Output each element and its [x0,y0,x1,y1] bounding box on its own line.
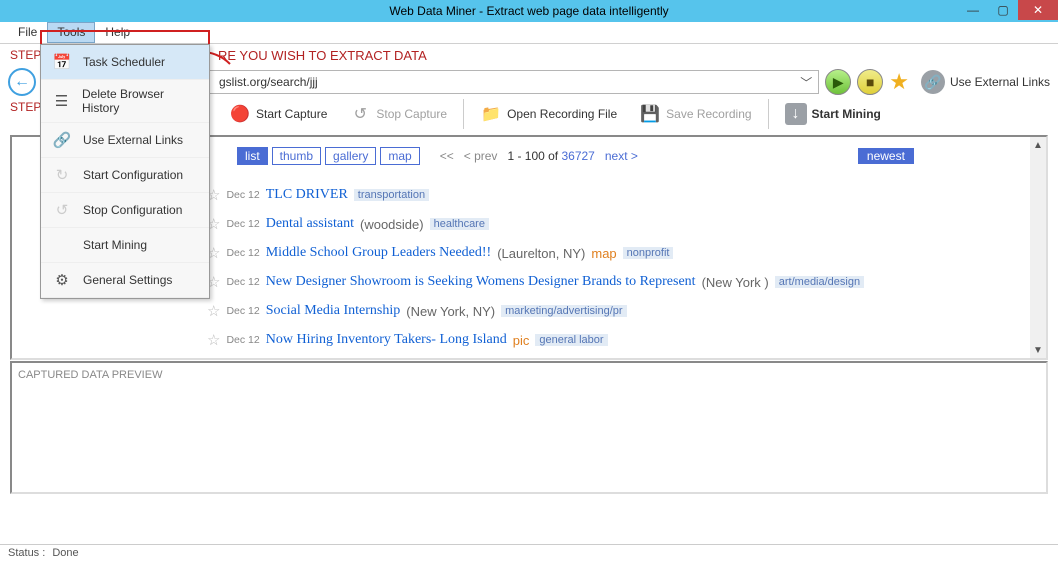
pagination: << < prev 1 - 100 of 36727 next > [440,149,638,163]
listing-date: Dec 12 [226,247,259,259]
dropdown-icon[interactable]: ﹀ [800,74,812,91]
listing-title[interactable]: New Designer Showroom is Seeking Womens … [266,274,696,290]
menu-help[interactable]: Help [95,22,140,43]
menu-tools[interactable]: Tools [47,22,95,43]
listing-row: ☆Dec 12TLC DRIVERtransportation [207,183,1046,212]
menu-file[interactable]: File [8,22,47,43]
page-range: 1 - 100 of [507,149,561,163]
listing-date: Dec 12 [226,218,259,230]
menu-delete-history[interactable]: ☰ Delete Browser History [41,80,209,123]
view-controls-row: list thumb gallery map << < prev 1 - 100… [237,147,1046,165]
listing-tag[interactable]: marketing/advertising/pr [501,305,626,317]
menu-start-configuration-label: Start Configuration [83,168,183,182]
scroll-down-icon[interactable]: ▼ [1033,342,1043,358]
external-links-toggle[interactable]: 🔗 Use External Links [921,70,1050,94]
status-prefix: Status : [8,547,45,559]
menu-start-mining[interactable]: Start Mining [41,228,209,263]
listing-pic-badge: map [591,246,616,261]
view-mode-group: list thumb gallery map [237,147,420,165]
go-button[interactable]: ▶ [825,69,851,95]
view-thumb[interactable]: thumb [272,147,321,165]
menu-stop-configuration[interactable]: ↺ Stop Configuration [41,193,209,228]
listing-location: (New York, NY) [406,304,495,319]
statusbar: Status : Done [0,544,1058,564]
listing-location: (woodside) [360,217,424,232]
menu-delete-history-label: Delete Browser History [82,87,199,115]
listing-tag[interactable]: art/media/design [775,276,864,288]
window-title: Web Data Miner - Extract web page data i… [389,4,668,18]
list-icon: ☰ [51,91,72,111]
step1-prefix: STEP [10,48,41,62]
external-links-label: Use External Links [950,75,1050,89]
listing-date: Dec 12 [226,276,259,288]
undo-icon: ↺ [51,200,73,220]
sort-newest[interactable]: newest [858,148,914,164]
captured-data-preview: CAPTURED DATA PREVIEW [10,361,1048,494]
menu-start-mining-label: Start Mining [83,238,147,252]
listing-title[interactable]: TLC DRIVER [266,187,348,203]
link-icon: 🔗 [921,70,945,94]
listing-date: Dec 12 [226,334,259,346]
listing-tag[interactable]: transportation [354,189,429,201]
listing-date: Dec 12 [226,189,259,201]
listing-title[interactable]: Now Hiring Inventory Takers- Long Island [266,332,507,348]
listing-title[interactable]: Dental assistant [266,216,354,232]
blank-icon [51,235,73,255]
star-icon[interactable]: ☆ [207,331,220,349]
page-total[interactable]: 36727 [561,149,594,163]
step2-prefix: STEP [10,100,41,114]
view-map[interactable]: map [380,147,419,165]
menu-task-scheduler-label: Task Scheduler [83,55,165,69]
close-button[interactable]: ✕ [1018,0,1058,20]
menubar: File Tools Help [0,22,1058,44]
listing-pic-badge: pic [513,333,530,348]
menu-general-settings[interactable]: ⚙ General Settings [41,263,209,298]
view-gallery[interactable]: gallery [325,147,376,165]
listing-title[interactable]: Middle School Group Leaders Needed!! [266,245,491,261]
listing-row: ☆Dec 12Dental assistant(woodside)healthc… [207,212,1046,241]
menu-use-external-links[interactable]: 🔗 Use External Links [41,123,209,158]
listing-title[interactable]: Social Media Internship [266,303,401,319]
link-icon: 🔗 [51,130,73,150]
maximize-button[interactable]: ▢ [988,0,1018,20]
menu-use-external-links-label: Use External Links [83,133,183,147]
listing-tag[interactable]: healthcare [430,218,489,230]
scroll-up-icon[interactable]: ▲ [1033,137,1043,153]
listing-location: (New York ) [702,275,769,290]
window-controls: — ▢ ✕ [958,0,1058,20]
menu-general-settings-label: General Settings [83,273,172,287]
menu-start-configuration[interactable]: ↻ Start Configuration [41,158,209,193]
menu-task-scheduler[interactable]: 📅 Task Scheduler [41,45,209,80]
calendar-icon: 📅 [51,52,73,72]
page-first[interactable]: << [440,149,454,163]
menu-stop-configuration-label: Stop Configuration [83,203,182,217]
preview-label: CAPTURED DATA PREVIEW [18,369,1040,381]
listings: ☆Dec 12TLC DRIVERtransportation☆Dec 12De… [237,183,1046,357]
listing-tag[interactable]: general labor [535,334,607,346]
url-text: gslist.org/search/jjj [219,75,318,89]
listing-row: ☆Dec 12New Designer Showroom is Seeking … [207,270,1046,299]
listing-location: (Laurelton, NY) [497,246,585,261]
step1-headline: RE YOU WISH TO EXTRACT DATA [210,44,435,67]
listing-date: Dec 12 [226,305,259,317]
listing-tag[interactable]: nonprofit [623,247,674,259]
listing-row: ☆ Dec 12 Social Media Internship (New York,… [207,299,1046,328]
stop-button[interactable]: ■ [857,69,883,95]
status-value: Done [52,547,78,559]
listing-row: ☆ Dec 12 Now Hiring Inventory Takers- Long… [207,328,1046,357]
page-next[interactable]: next > [605,149,638,163]
star-icon[interactable]: ☆ [207,302,220,320]
titlebar: Web Data Miner - Extract web page data i… [0,0,1058,22]
listing-row: ☆Dec 12Middle School Group Leaders Neede… [207,241,1046,270]
redo-icon: ↻ [51,165,73,185]
page-prev[interactable]: < prev [464,149,498,163]
scrollbar[interactable]: ▲ ▼ [1030,137,1046,358]
back-button[interactable]: ← [8,68,36,96]
gear-icon: ⚙ [51,270,73,290]
favorite-button[interactable]: ★ [889,69,909,95]
tools-dropdown: 📅 Task Scheduler ☰ Delete Browser Histor… [40,44,210,299]
minimize-button[interactable]: — [958,0,988,20]
view-list[interactable]: list [237,147,268,165]
